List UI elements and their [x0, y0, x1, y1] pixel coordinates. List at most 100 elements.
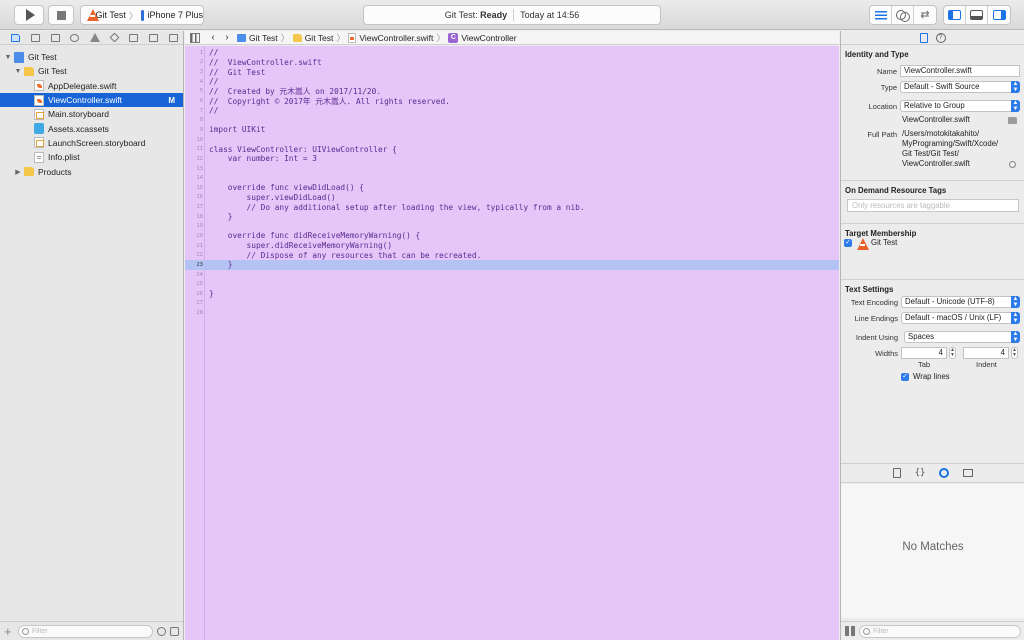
disclosure-open-icon[interactable]: ▼ [4, 54, 12, 61]
assistant-editor-button[interactable] [892, 6, 914, 24]
tab-breakpoints[interactable] [144, 31, 164, 44]
version-editor-button[interactable]: ⇄ [914, 6, 936, 24]
code-line[interactable]: 12 var number: Int = 3 [185, 154, 839, 164]
tab-project[interactable] [6, 31, 26, 44]
code-line[interactable]: 25 [185, 279, 839, 289]
tab-debug[interactable] [124, 31, 144, 44]
navigator-item[interactable]: Info.plist [0, 150, 183, 164]
code-line[interactable]: 14 [185, 173, 839, 183]
indent-width-stepper[interactable]: ▲ ▼ [1011, 347, 1018, 359]
navigator-filter-field[interactable]: Filter [18, 624, 153, 638]
code-line[interactable]: 9 import UIKit [185, 125, 839, 135]
code-snippet-icon[interactable]: {} [915, 468, 926, 478]
tab-width-stepper[interactable]: ▲ ▼ [949, 347, 956, 359]
navigator-item[interactable]: Assets.xcassets [0, 121, 183, 135]
code-line[interactable]: 10 [185, 135, 839, 145]
related-items-icon[interactable] [190, 32, 200, 43]
code-line[interactable]: 22 // Dispose of any resources that can … [185, 250, 839, 260]
indent-width-field[interactable]: 4 [963, 347, 1009, 359]
navigator-item[interactable]: ▼ Git Test [0, 64, 183, 78]
navigator-item[interactable]: AppDelegate.swift [0, 79, 183, 93]
toggle-utilities-button[interactable] [988, 6, 1010, 24]
code-line[interactable]: 20 override func didReceiveMemoryWarning… [185, 231, 839, 241]
media-library-icon[interactable] [963, 469, 974, 477]
library-filter-field[interactable]: Filter [859, 624, 1021, 638]
recent-files-icon[interactable] [157, 626, 166, 636]
tab-tests[interactable] [104, 31, 124, 44]
navigator-item[interactable]: ViewController.swift M [0, 92, 183, 108]
code-line[interactable]: 23 } [185, 260, 839, 270]
scm-status-filter-icon[interactable] [170, 626, 179, 636]
tab-source-control[interactable] [26, 31, 46, 44]
code-line[interactable]: 6// Copyright © 2017年 元木嵩人. All rights r… [185, 96, 839, 106]
code-line[interactable]: 2 // ViewController.swift [185, 58, 839, 68]
resource-tags-field[interactable]: Only resources are taggable [847, 199, 1019, 212]
code-line[interactable]: 11 class ViewController: UIViewController… [185, 144, 839, 154]
type-popup[interactable]: Default - Swift Source ▲ ▼ [900, 81, 1020, 93]
code-line[interactable]: 3 // Git Test [185, 67, 839, 77]
line-number: 18 [196, 213, 203, 220]
tab-find[interactable] [65, 31, 85, 44]
object-library-icon[interactable] [939, 468, 950, 478]
reveal-in-finder-icon[interactable] [1009, 161, 1016, 168]
code-line[interactable]: 13 [185, 164, 839, 174]
code-line[interactable]: 8 [185, 115, 839, 125]
code-line[interactable]: 1 // [185, 48, 839, 58]
code-line[interactable]: 26} [185, 289, 839, 299]
standard-editor-button[interactable] [870, 6, 892, 24]
tab-symbols[interactable] [45, 31, 65, 44]
file-inspector-icon[interactable] [919, 32, 928, 43]
code-line[interactable]: 17 // Do any additional setup after load… [185, 202, 839, 212]
disclosure-open-icon[interactable]: ▼ [14, 68, 22, 75]
stop-button[interactable] [48, 5, 74, 25]
tab-width-field[interactable]: 4 [901, 347, 947, 359]
text-encoding-popup[interactable]: Default - Unicode (UTF-8) ▲ ▼ [901, 296, 1020, 308]
jumpbar-symbol[interactable]: C ViewController [448, 32, 517, 43]
toggle-navigator-button[interactable] [944, 6, 966, 24]
tab-issues[interactable] [85, 31, 105, 44]
jumpbar-group[interactable]: Git Test [292, 33, 333, 43]
code-line[interactable]: 21 super.didReceiveMemoryWarning() [185, 241, 839, 251]
location-popup[interactable]: Relative to Group ▲ ▼ [900, 100, 1020, 112]
navigator-item[interactable]: ▶ Products [0, 164, 183, 178]
line-endings-popup[interactable]: Default - macOS / Unix (LF) ▲ ▼ [901, 312, 1020, 324]
code-line[interactable]: 18 } [185, 212, 839, 222]
toggle-debug-area-button[interactable] [966, 6, 988, 24]
disclosure-closed-icon[interactable]: ▶ [14, 168, 22, 176]
file-template-icon[interactable] [892, 468, 901, 478]
target-checkbox[interactable]: ✓ [844, 239, 852, 247]
navigator-item[interactable]: LaunchScreen.storyboard [0, 136, 183, 150]
choose-folder-icon[interactable] [1008, 117, 1017, 124]
full-path-line: Git Test/Git Test/ [902, 149, 959, 158]
code-line[interactable]: 19 [185, 222, 839, 232]
name-field[interactable]: ViewController.swift [900, 65, 1020, 77]
scheme-selector[interactable]: Git Test 〉 iPhone 7 Plus [80, 5, 204, 25]
wrap-lines-checkbox[interactable]: ✓ [901, 373, 909, 381]
forward-arrow-icon[interactable]: › [220, 32, 234, 43]
filter-icon [22, 627, 29, 635]
code-line[interactable]: 24 [185, 270, 839, 280]
indent-using-popup[interactable]: Spaces ▲ ▼ [904, 331, 1020, 343]
chevron-right-icon: 〉 [280, 33, 290, 43]
grid-view-icon[interactable] [845, 626, 855, 636]
line-number: 5 [199, 88, 203, 95]
jumpbar-project[interactable]: Git Test [237, 33, 278, 43]
quick-help-icon[interactable]: ? [935, 32, 946, 43]
code-line[interactable]: 27 [185, 299, 839, 309]
navigator-item[interactable]: ▼ Git Test [0, 50, 183, 64]
code-line[interactable]: 16 super.viewDidLoad() [185, 193, 839, 203]
code-line[interactable]: 28 [185, 308, 839, 318]
add-file-button[interactable]: + [4, 624, 14, 639]
run-button[interactable] [14, 5, 44, 25]
source-control-icon [31, 33, 40, 42]
activity-status: Git Test: Ready Today at 14:56 [363, 5, 661, 25]
source-editor[interactable]: 1 // 2 // ViewController.swift 3 // Git Test 4… [185, 46, 839, 640]
tab-reports[interactable] [163, 31, 183, 44]
navigator-item[interactable]: Main.storyboard [0, 107, 183, 121]
back-arrow-icon[interactable]: ‹ [206, 32, 220, 43]
code-text: import UIKit [209, 125, 266, 135]
code-line[interactable]: 15 override func viewDidLoad() { [185, 183, 839, 193]
line-number: 9 [199, 126, 203, 133]
code-line[interactable]: 7 // [185, 106, 839, 116]
jumpbar-file[interactable]: ViewController.swift [348, 32, 433, 43]
